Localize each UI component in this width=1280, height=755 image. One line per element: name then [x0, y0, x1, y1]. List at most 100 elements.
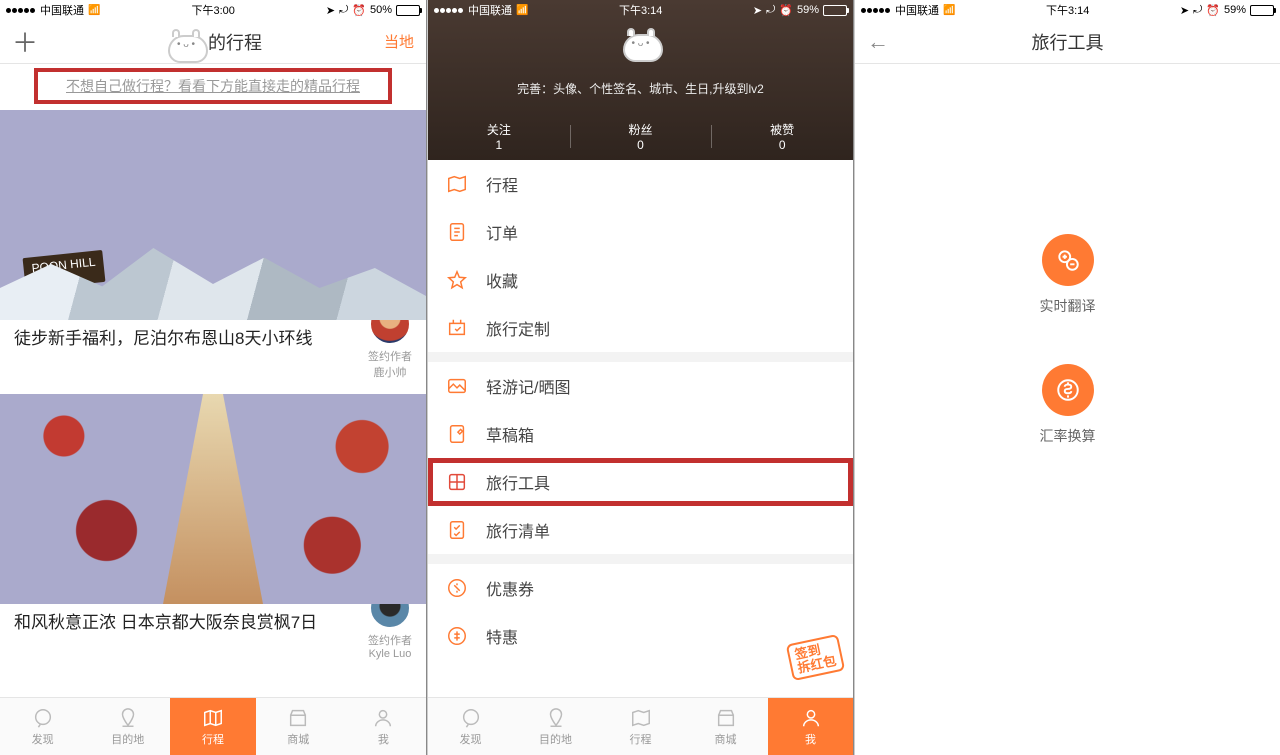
star-icon	[446, 269, 468, 291]
tab-destination[interactable]: 目的地	[513, 698, 598, 755]
page-title: 旅行工具	[1032, 29, 1104, 55]
carrier-label: 中国联通	[468, 2, 512, 18]
card-title: 和风秋意正浓 日本京都大阪奈良赏枫7日	[14, 612, 368, 635]
photo-icon	[446, 375, 468, 397]
stat-fans[interactable]: 粉丝0	[570, 121, 712, 152]
tools-icon	[446, 471, 468, 493]
stat-likes[interactable]: 被赞0	[711, 121, 853, 152]
tab-me[interactable]: 我	[768, 698, 853, 755]
battery-pct: 50%	[370, 4, 392, 16]
compass-icon: ➤	[1180, 4, 1189, 17]
poon-hill-sign: POON HILL3210	[24, 254, 104, 286]
wifi-icon	[88, 4, 100, 16]
local-link[interactable]: 当地	[384, 31, 414, 52]
battery-icon	[823, 5, 847, 16]
tab-destination[interactable]: 目的地	[85, 698, 170, 755]
status-bar: 中国联通 下午3:14 ➤ ⤾ ⏰ 59%	[855, 0, 1280, 20]
alarm-icon: ⏰	[779, 4, 793, 17]
wifi-icon	[943, 4, 955, 16]
status-bar: 中国联通 下午3:14 ➤ ⤾ ⏰ 59%	[428, 0, 853, 20]
stat-follow[interactable]: 关注1	[428, 121, 570, 152]
menu-orders[interactable]: 订单	[428, 208, 853, 256]
custom-icon	[446, 317, 468, 339]
coupon-icon	[446, 577, 468, 599]
add-icon[interactable]: ＋	[12, 23, 38, 60]
bubble-icon	[460, 707, 482, 729]
menu-travel-tools[interactable]: 旅行工具	[428, 458, 853, 506]
wifi-icon	[516, 4, 528, 16]
mascot-avatar[interactable]	[619, 24, 663, 58]
map-icon	[630, 707, 652, 729]
header: ← 旅行工具	[855, 20, 1280, 64]
signal-dots-icon	[6, 4, 36, 16]
menu-itinerary[interactable]: 行程	[428, 160, 853, 208]
screen-profile: 中国联通 下午3:14 ➤ ⤾ ⏰ 59% 完善：头像、个性签名、城市、生日,升…	[427, 0, 853, 755]
deal-icon	[446, 625, 468, 647]
menu-drafts[interactable]: 草稿箱	[428, 410, 853, 458]
tab-bar: 发现 目的地 行程 商城 我	[0, 697, 426, 755]
menu-custom[interactable]: 旅行定制	[428, 304, 853, 352]
menu-checklist[interactable]: 旅行清单	[428, 506, 853, 554]
draft-icon	[446, 423, 468, 445]
person-icon	[372, 707, 394, 729]
pin-icon	[545, 707, 567, 729]
clock-label: 下午3:14	[619, 2, 662, 18]
menu-notes[interactable]: 轻游记/晒图	[428, 362, 853, 410]
carrier-label: 中国联通	[895, 2, 939, 18]
carrier-label: 中国联通	[40, 2, 84, 18]
mascot-icon	[164, 25, 208, 59]
profile-hint: 完善：头像、个性签名、城市、生日,升级到lv2	[428, 80, 853, 97]
tool-currency[interactable]: 汇率换算	[1040, 364, 1096, 446]
battery-pct: 59%	[1224, 4, 1246, 16]
compass-icon: ➤	[326, 4, 335, 17]
back-button[interactable]: ←	[867, 29, 889, 55]
trip-card[interactable]: 和风秋意正浓 日本京都大阪奈良赏枫7日 签约作者 Kyle Luo	[0, 394, 426, 664]
map-icon	[446, 173, 468, 195]
header: ＋ 的行程 当地	[0, 20, 426, 64]
battery-icon	[396, 5, 420, 16]
trip-card[interactable]: POON HILL3210 徒步新手福利，尼泊尔布恩山8天小环线 签约作者 鹿小…	[0, 110, 426, 384]
tab-itinerary[interactable]: 行程	[598, 698, 683, 755]
shop-icon	[287, 707, 309, 729]
lock-icon: ⤾	[339, 4, 348, 17]
order-icon	[446, 221, 468, 243]
compass-icon: ➤	[753, 4, 762, 17]
menu-favorites[interactable]: 收藏	[428, 256, 853, 304]
bubble-icon	[32, 707, 54, 729]
lock-icon: ⤾	[1193, 4, 1202, 17]
tool-label: 汇率换算	[1040, 426, 1096, 446]
tab-me[interactable]: 我	[341, 698, 426, 755]
profile-header: 中国联通 下午3:14 ➤ ⤾ ⏰ 59% 完善：头像、个性签名、城市、生日,升…	[428, 0, 853, 160]
menu-coupons[interactable]: 优惠券	[428, 564, 853, 612]
battery-icon	[1250, 5, 1274, 16]
checklist-icon	[446, 519, 468, 541]
card-title: 徒步新手福利，尼泊尔布恩山8天小环线	[14, 328, 368, 351]
checkin-hongbao[interactable]: 签到拆红包	[789, 639, 847, 691]
map-icon	[202, 707, 224, 729]
status-bar: 中国联通 下午3:00 ➤ ⤾ ⏰ 50%	[0, 0, 426, 20]
tab-discover[interactable]: 发现	[428, 698, 513, 755]
tab-mall[interactable]: 商城	[683, 698, 768, 755]
tool-label: 实时翻译	[1040, 296, 1096, 316]
tab-discover[interactable]: 发现	[0, 698, 85, 755]
signal-dots-icon	[434, 4, 464, 16]
pin-icon	[117, 707, 139, 729]
banner-hint[interactable]: 不想自己做行程？看看下方能直接走的精品行程	[34, 68, 392, 104]
card-image	[0, 394, 426, 604]
profile-stats: 关注1 粉丝0 被赞0	[428, 121, 853, 152]
currency-icon	[1042, 364, 1094, 416]
shop-icon	[715, 707, 737, 729]
person-icon	[800, 707, 822, 729]
tool-translate[interactable]: 实时翻译	[1040, 234, 1096, 316]
menu-list: 行程 订单 收藏 旅行定制 轻游记/晒图 草稿箱 旅行工具 旅行清单 优惠券 特…	[428, 160, 853, 697]
lock-icon: ⤾	[766, 4, 775, 17]
clock-label: 下午3:00	[191, 2, 234, 18]
card-image: POON HILL3210	[0, 110, 426, 320]
battery-pct: 59%	[797, 4, 819, 16]
screen-tools: 中国联通 下午3:14 ➤ ⤾ ⏰ 59% ← 旅行工具 实时翻译 汇率换算	[854, 0, 1280, 755]
clock-label: 下午3:14	[1046, 2, 1089, 18]
alarm-icon: ⏰	[352, 4, 366, 17]
tab-mall[interactable]: 商城	[256, 698, 341, 755]
page-title-suffix: 的行程	[208, 29, 262, 55]
tab-itinerary[interactable]: 行程	[170, 698, 255, 755]
